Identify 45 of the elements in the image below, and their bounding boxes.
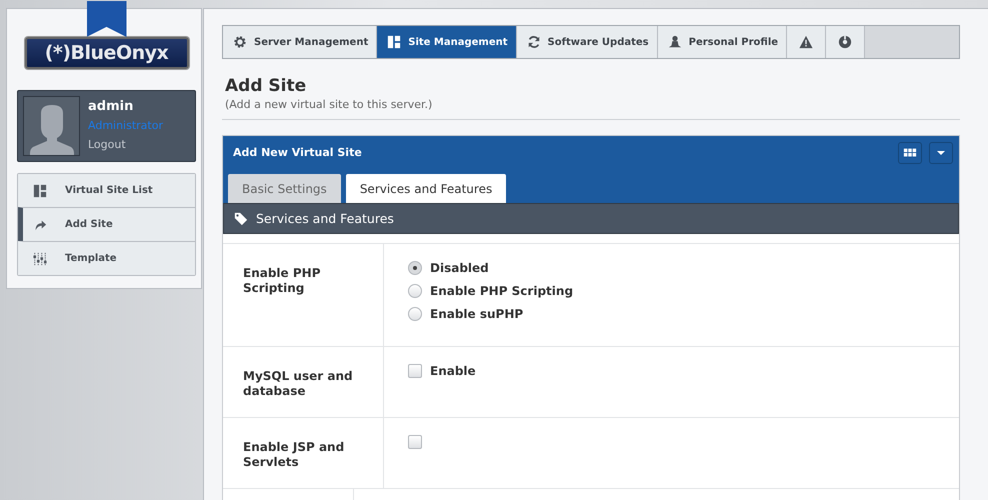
layout-icon (387, 35, 402, 49)
nav-tab[interactable]: Software Updates (516, 26, 658, 58)
nav-tab[interactable]: Site Management (377, 26, 517, 58)
option-label: Enable suPHP (430, 307, 524, 321)
tag-icon (234, 212, 248, 226)
radio-button[interactable] (408, 284, 422, 298)
radio-button[interactable] (408, 261, 422, 275)
nav-tab[interactable]: Server Management (223, 26, 378, 58)
user-role: Administrator (88, 118, 163, 134)
grid-button[interactable] (898, 142, 922, 164)
section-title: Services and Features (256, 211, 394, 226)
option-label: Enable PHP Scripting (430, 284, 574, 298)
sliders-icon (33, 252, 47, 266)
layout-icon (33, 184, 47, 198)
sidebar-item[interactable]: Template (18, 241, 195, 275)
gear-icon (233, 35, 247, 49)
tab[interactable]: Basic Settings (228, 174, 341, 203)
sidebar-item[interactable]: Add Site (18, 207, 195, 241)
page-subtitle: (Add a new virtual site to this server.) (225, 98, 434, 111)
field-label: Enable JSP and Servlets (223, 418, 384, 488)
page-title: Add Site (225, 76, 308, 96)
field-label: Enable PHP Scripting (223, 244, 384, 346)
warning-icon (799, 35, 814, 49)
grid-icon (903, 146, 917, 160)
dropdown-button[interactable] (929, 142, 953, 164)
person-icon (668, 35, 682, 49)
panel-title: Add New Virtual Site (233, 146, 362, 159)
option-label: Enable (430, 364, 476, 378)
field-label: MySQL user and database (223, 347, 384, 417)
ribbon-icon (86, 1, 126, 37)
checkbox[interactable] (408, 435, 422, 449)
option-label: Disabled (430, 261, 489, 275)
nav-tab[interactable] (826, 26, 866, 58)
logo: (*)BlueOnyx (24, 37, 188, 69)
sidebar-item[interactable]: Virtual Site List (18, 174, 195, 207)
tab[interactable]: Services and Features (346, 174, 506, 203)
avatar-icon (23, 96, 80, 156)
refresh-icon (526, 35, 541, 49)
radio-button[interactable] (408, 307, 422, 321)
nav-tab[interactable] (787, 26, 826, 58)
caret-icon (936, 150, 946, 156)
checkbox[interactable] (408, 364, 422, 378)
logout-link[interactable]: Logout (88, 135, 163, 154)
nav-tab[interactable]: Personal Profile (658, 26, 788, 58)
user-name: admin (88, 98, 134, 116)
